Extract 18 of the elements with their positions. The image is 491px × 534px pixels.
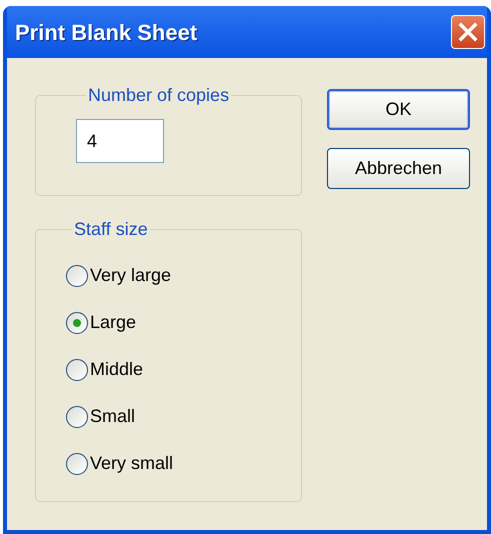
radio-button[interactable] — [66, 406, 88, 428]
copies-field[interactable]: 4 — [76, 119, 164, 163]
radio-button[interactable] — [66, 264, 88, 286]
group-label: Staff size — [73, 218, 149, 241]
radio-label: Middle — [90, 358, 144, 381]
radio-button[interactable] — [66, 358, 88, 380]
dialog-button[interactable]: Abbrechen — [327, 148, 470, 189]
radio-button[interactable] — [66, 452, 88, 474]
radio-label: Small — [90, 405, 136, 428]
radio-label: Very small — [90, 452, 174, 475]
group-label: Number of copies — [87, 84, 230, 107]
window-title: Print Blank Sheet — [15, 18, 198, 46]
close-icon — [458, 22, 478, 42]
close-button[interactable] — [451, 15, 485, 49]
radio-label: Very large — [90, 264, 172, 287]
radio-label: Large — [90, 311, 136, 334]
radio-button[interactable] — [66, 312, 88, 334]
dialog-button[interactable]: OK — [327, 89, 470, 130]
